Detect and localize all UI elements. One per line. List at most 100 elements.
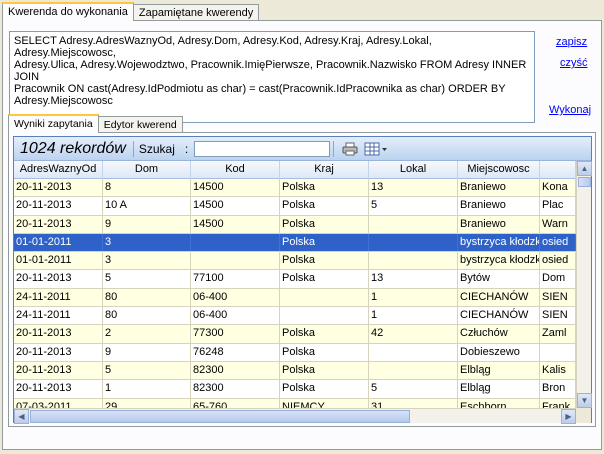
- table-row[interactable]: 20-11-2013 2 77300 Polska 42 Człuchów Zaml: [14, 325, 576, 344]
- column-header-miejscowosc[interactable]: Miejscowosc: [458, 161, 540, 179]
- cell-dom: 3: [103, 252, 191, 270]
- table-row[interactable]: 20-11-2013 5 77100 Polska 13 Bytów Dom: [14, 270, 576, 289]
- cell-miejscowosc: CIECHANÓW: [458, 307, 540, 325]
- cell-miejscowosc: Bytów: [458, 270, 540, 288]
- save-link[interactable]: zapisz: [556, 36, 587, 48]
- column-header-lokal[interactable]: Lokal: [369, 161, 458, 179]
- cell-lokal: 13: [369, 270, 458, 288]
- table-row[interactable]: 01-01-2011 3 Polska bystrzyca kłodzka osied: [14, 252, 576, 271]
- cell-kod: 77300: [191, 325, 280, 343]
- cell-ulica: osied: [540, 233, 576, 252]
- cell-lokal: 1: [369, 307, 458, 325]
- print-icon[interactable]: [341, 141, 359, 157]
- run-link[interactable]: Wykonaj: [549, 104, 591, 116]
- cell-miejscowosc: CIECHANÓW: [458, 288, 540, 307]
- scroll-right-icon[interactable]: ▶: [561, 409, 576, 424]
- tab-query-to-run[interactable]: Kwerenda do wykonania: [2, 2, 134, 21]
- cell-adres-wazny-od: 24-11-2011: [14, 288, 103, 307]
- cell-kraj: NIEMCY: [280, 398, 369, 408]
- cell-kraj: Polska: [280, 233, 369, 252]
- cell-dom: 5: [103, 361, 191, 380]
- tab-saved-queries[interactable]: Zapamiętane kwerendy: [132, 4, 260, 21]
- search-colon: :: [184, 141, 189, 156]
- cell-miejscowosc: Elbląg: [458, 380, 540, 398]
- cell-ulica: SIEN: [540, 307, 576, 325]
- cell-kod: 14500: [191, 179, 280, 197]
- cell-ulica: Plac: [540, 197, 576, 215]
- cell-kod: 14500: [191, 215, 280, 233]
- scroll-left-icon[interactable]: ◀: [14, 409, 29, 424]
- cell-lokal: [369, 361, 458, 380]
- cell-kod: [191, 233, 280, 252]
- table-row[interactable]: 20-11-2013 5 82300 Polska Elbląg Kalis: [14, 361, 576, 381]
- cell-kraj: Polska: [280, 197, 369, 215]
- cell-kod: 82300: [191, 380, 280, 398]
- table-row[interactable]: 20-11-2013 10 A 14500 Polska 5 Braniewo Plac: [14, 197, 576, 216]
- vertical-scroll-thumb[interactable]: [578, 177, 591, 187]
- cell-miejscowosc: Elbląg: [458, 361, 540, 380]
- column-header-kod[interactable]: Kod: [191, 161, 280, 179]
- clear-link[interactable]: czyść: [560, 57, 588, 69]
- cell-ulica: osied: [540, 252, 576, 270]
- cell-adres-wazny-od: 01-01-2011: [14, 233, 103, 252]
- tab-query-results[interactable]: Wyniki zapytania: [8, 114, 99, 133]
- cell-lokal: [369, 215, 458, 233]
- horizontal-scrollbar[interactable]: ◀ ▶: [14, 408, 576, 424]
- cell-adres-wazny-od: 20-11-2013: [14, 215, 103, 233]
- cell-dom: 3: [103, 233, 191, 252]
- record-count: 1024 rekordów: [20, 139, 126, 157]
- column-header-dom[interactable]: Dom: [103, 161, 191, 179]
- cell-miejscowosc: Braniewo: [458, 179, 540, 197]
- query-textarea[interactable]: SELECT Adresy.AdresWaznyOd, Adresy.Dom, …: [9, 31, 535, 123]
- cell-kod: 14500: [191, 197, 280, 215]
- cell-miejscowosc: Dobieszewo: [458, 343, 540, 361]
- cell-kod: 76248: [191, 343, 280, 361]
- cell-lokal: 42: [369, 325, 458, 343]
- table-row[interactable]: 20-11-2013 8 14500 Polska 13 Braniewo Kona: [14, 179, 576, 198]
- cell-ulica: [540, 343, 576, 361]
- cell-adres-wazny-od: 07-03-2011: [14, 398, 103, 408]
- cell-lokal: [369, 233, 458, 252]
- column-header-kraj[interactable]: Kraj: [280, 161, 369, 179]
- cell-dom: 9: [103, 215, 191, 233]
- cell-adres-wazny-od: 20-11-2013: [14, 361, 103, 380]
- cell-kraj: Polska: [280, 325, 369, 343]
- table-row[interactable]: 20-11-2013 9 76248 Polska Dobieszewo: [14, 343, 576, 362]
- table-row[interactable]: 01-01-2011 3 Polska bystrzyca kłodzka osied: [14, 233, 576, 253]
- cell-dom: 80: [103, 288, 191, 307]
- table-row[interactable]: 07-03-2011 29 65-760 NIEMCY 31 Eschborn Frank: [14, 398, 576, 408]
- table-options-icon[interactable]: [363, 141, 389, 157]
- scroll-corner: [576, 408, 591, 423]
- cell-adres-wazny-od: 24-11-2011: [14, 307, 103, 325]
- table-row[interactable]: 24-11-2011 80 06-400 1 CIECHANÓW SIEN: [14, 288, 576, 308]
- search-input[interactable]: [194, 140, 331, 157]
- table-row[interactable]: 24-11-2011 80 06-400 1 CIECHANÓW SIEN: [14, 307, 576, 326]
- cell-adres-wazny-od: 01-01-2011: [14, 252, 103, 270]
- scroll-down-icon[interactable]: ▼: [577, 393, 592, 408]
- tab-query-editor[interactable]: Edytor kwerend: [97, 116, 183, 133]
- vertical-scrollbar[interactable]: ▲ ▼: [576, 161, 592, 408]
- table-row[interactable]: 20-11-2013 1 82300 Polska 5 Elbląg Bron: [14, 380, 576, 399]
- cell-dom: 29: [103, 398, 191, 408]
- grid-header: AdresWaznyOd Dom Kod Kraj Lokal Miejscow…: [14, 161, 576, 179]
- cell-adres-wazny-od: 20-11-2013: [14, 325, 103, 343]
- toolbar-separator: [333, 140, 335, 157]
- column-header-ulica[interactable]: [540, 161, 576, 179]
- cell-ulica: Dom: [540, 270, 576, 288]
- cell-lokal: [369, 343, 458, 361]
- cell-kraj: Polska: [280, 215, 369, 233]
- cell-dom: 5: [103, 270, 191, 288]
- column-header-adres-wazny-od[interactable]: AdresWaznyOd: [14, 161, 103, 179]
- table-row[interactable]: 20-11-2013 9 14500 Polska Braniewo Warn: [14, 215, 576, 234]
- cell-dom: 10 A: [103, 197, 191, 215]
- scroll-up-icon[interactable]: ▲: [577, 161, 592, 176]
- cell-miejscowosc: Eschborn: [458, 398, 540, 408]
- cell-miejscowosc: Braniewo: [458, 197, 540, 215]
- horizontal-scroll-thumb[interactable]: [30, 410, 410, 423]
- cell-lokal: 5: [369, 197, 458, 215]
- cell-lokal: 31: [369, 398, 458, 408]
- cell-dom: 8: [103, 179, 191, 197]
- results-grid: 1024 rekordów Szukaj : AdresWaznyOd Dom …: [13, 136, 592, 424]
- cell-ulica: Warn: [540, 215, 576, 233]
- cell-kod: 65-760: [191, 398, 280, 408]
